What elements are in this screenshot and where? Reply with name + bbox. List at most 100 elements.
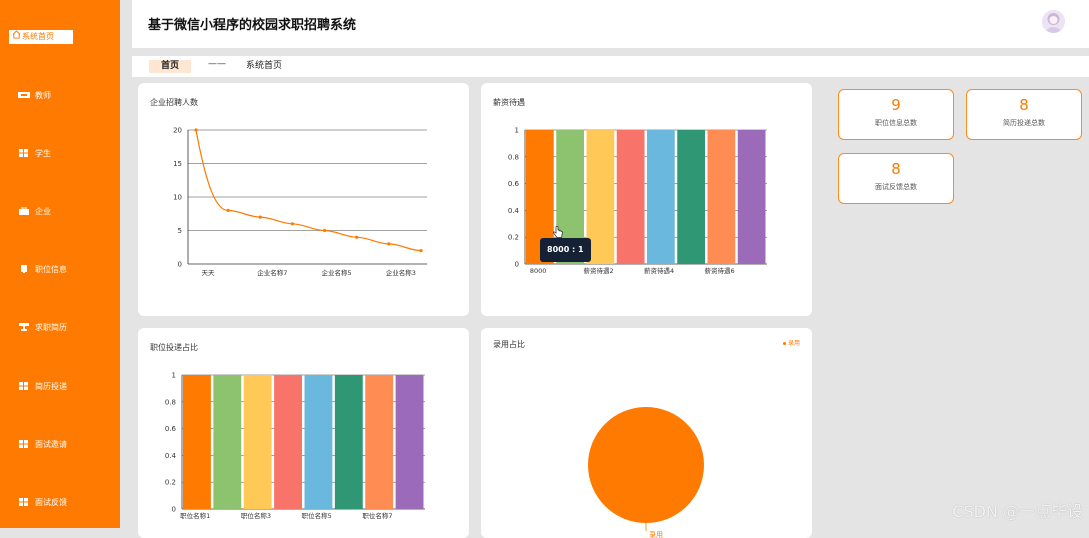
grid-icon <box>18 148 30 157</box>
device-icon <box>18 264 30 273</box>
data-point <box>322 228 327 233</box>
stat-value: 8 <box>891 160 901 178</box>
y-tick-label: 5 <box>178 227 182 235</box>
bar <box>365 375 394 509</box>
x-tick-label: 薪资待遇6 <box>705 266 735 275</box>
data-point <box>258 215 262 219</box>
users-icon <box>18 91 30 99</box>
watermark: CSDN @一点毕设 <box>952 502 1083 521</box>
trophy-icon <box>18 322 30 331</box>
y-tick-label: 0.8 <box>165 398 176 406</box>
sidebar-item-label: 面试邀请 <box>35 440 67 449</box>
x-tick-label: 企业名称7 <box>257 268 287 277</box>
y-tick-label: 0 <box>178 261 182 269</box>
stat-interview-feedback-total[interactable]: 8 面试反馈总数 <box>838 153 954 204</box>
salary-bar-chart: 0 0.2 0.4 0.6 0.8 1 8000 薪资待遇2 薪资待遇4 薪资待遇6 <box>508 127 767 275</box>
y-tick-label: 20 <box>173 127 182 135</box>
sidebar-item-home[interactable]: 系统首页 <box>9 30 73 44</box>
stat-label: 面试反馈总数 <box>875 183 917 191</box>
data-point <box>355 235 359 239</box>
sidebar-item-label: 教师 <box>35 91 51 100</box>
pie-slice <box>588 407 704 523</box>
sidebar-item-resume[interactable]: 求职简历 <box>18 322 67 334</box>
home-icon <box>12 30 22 44</box>
sidebar-item-interview-invite[interactable]: 面试邀请 <box>18 439 67 451</box>
sidebar-item-label: 面试反馈 <box>35 498 67 507</box>
bar <box>737 130 766 264</box>
grid-icon <box>18 497 30 506</box>
pie-label: 录用 <box>649 531 663 538</box>
sidebar-item-label: 求职简历 <box>35 323 67 332</box>
sidebar-item-label: 系统首页 <box>22 32 54 41</box>
x-tick-label: 天天 <box>202 269 216 277</box>
x-tick-label: 职位名称3 <box>241 511 271 520</box>
sidebar-item-interview-feedback[interactable]: 面试反馈 <box>18 497 67 509</box>
breadcrumb-current: 系统首页 <box>246 61 283 71</box>
x-tick-label: 8000 <box>530 267 547 275</box>
grid-icon <box>18 439 30 448</box>
hire-ratio-chart-card: 录用占比 录用 录用 <box>481 328 812 538</box>
bar <box>334 375 363 509</box>
avatar[interactable] <box>1042 10 1065 33</box>
sidebar-item-company[interactable]: 企业 <box>18 206 51 218</box>
bar <box>304 375 333 509</box>
hand-cursor-icon <box>553 226 563 238</box>
sidebar-item-job-info[interactable]: 职位信息 <box>18 264 67 276</box>
sidebar-item-student[interactable]: 学生 <box>18 148 51 160</box>
stat-resume-delivery-total[interactable]: 8 简历投递总数 <box>966 89 1082 140</box>
sidebar-item-resume-delivery[interactable]: 简历投递 <box>18 381 67 393</box>
bar <box>586 130 615 264</box>
data-point <box>419 249 423 253</box>
hiring-line-chart: 0 5 10 15 20 天天 企业名称7 企业名称5 企业名称3 <box>173 127 427 277</box>
stat-label: 简历投递总数 <box>1003 119 1045 127</box>
y-tick-label: 0.2 <box>508 234 519 242</box>
y-tick-label: 0.6 <box>165 425 177 433</box>
y-tick-label: 0.8 <box>508 153 519 161</box>
y-tick-label: 0.2 <box>165 479 176 487</box>
breadcrumb-separator: —— <box>208 59 226 69</box>
x-tick-label: 企业名称3 <box>386 268 416 277</box>
hire-ratio-pie-chart: 录用 <box>588 407 704 538</box>
x-tick-label: 职位名称7 <box>362 511 392 520</box>
series-line <box>195 129 422 252</box>
sidebar-item-teacher[interactable]: 教师 <box>18 90 51 102</box>
bar <box>707 130 736 264</box>
y-tick-label: 1 <box>515 127 519 135</box>
bar <box>213 375 242 509</box>
y-tick-label: 0.6 <box>508 180 520 188</box>
bar <box>395 375 424 509</box>
breadcrumb-home[interactable]: 首页 <box>149 60 191 73</box>
bar <box>677 130 705 264</box>
breadcrumb: 首页 —— 系统首页 <box>132 56 1089 77</box>
sidebar: 系统首页 教师 学生 企业 职位信息 求职简历 简历投递 面试邀请 面试反馈 <box>0 0 120 528</box>
data-point <box>226 208 230 212</box>
hiring-chart-card: 企业招聘人数 0 5 10 15 20 天天 企业名称7 企业名称5 企业名称3 <box>138 83 469 316</box>
y-tick-label: 0 <box>172 506 176 514</box>
x-tick-label: 企业名称5 <box>322 268 352 277</box>
bar <box>616 130 645 264</box>
stat-value: 8 <box>1019 96 1029 114</box>
applications-chart-card: 职位投递占比 0 0.2 0.4 0.6 0.8 1 职位名称1 职位名称3 职位名称5 职位名称… <box>138 328 469 538</box>
y-tick-label: 10 <box>173 194 182 202</box>
briefcase-icon <box>18 206 30 215</box>
applications-bar-chart: 0 0.2 0.4 0.6 0.8 1 职位名称1 职位名称3 职位名称5 职位名称7 <box>165 372 425 520</box>
data-point <box>290 222 295 226</box>
data-point <box>387 242 391 246</box>
chart-tooltip: 8000 : 1 <box>540 238 591 262</box>
bar <box>274 375 302 509</box>
salary-chart-card: 薪资待遇 0 0.2 0.4 0.6 0.8 1 8000 薪资待遇2 薪资待遇4 薪资待遇6 8… <box>481 83 812 316</box>
x-tick-label: 职位名称5 <box>302 511 332 520</box>
stat-job-info-total[interactable]: 9 职位信息总数 <box>838 89 954 140</box>
x-tick-label: 薪资待遇2 <box>584 266 614 275</box>
y-tick-label: 0 <box>515 261 519 269</box>
stat-value: 9 <box>891 96 901 114</box>
sidebar-item-label: 职位信息 <box>35 265 67 274</box>
stat-label: 职位信息总数 <box>875 119 917 127</box>
grid-icon <box>18 381 30 390</box>
bar <box>647 130 675 264</box>
bar <box>183 375 211 509</box>
y-tick-label: 0.4 <box>508 207 520 215</box>
x-tick-label: 薪资待遇4 <box>644 266 674 275</box>
sidebar-item-label: 简历投递 <box>35 382 67 391</box>
sidebar-item-label: 企业 <box>35 207 51 216</box>
